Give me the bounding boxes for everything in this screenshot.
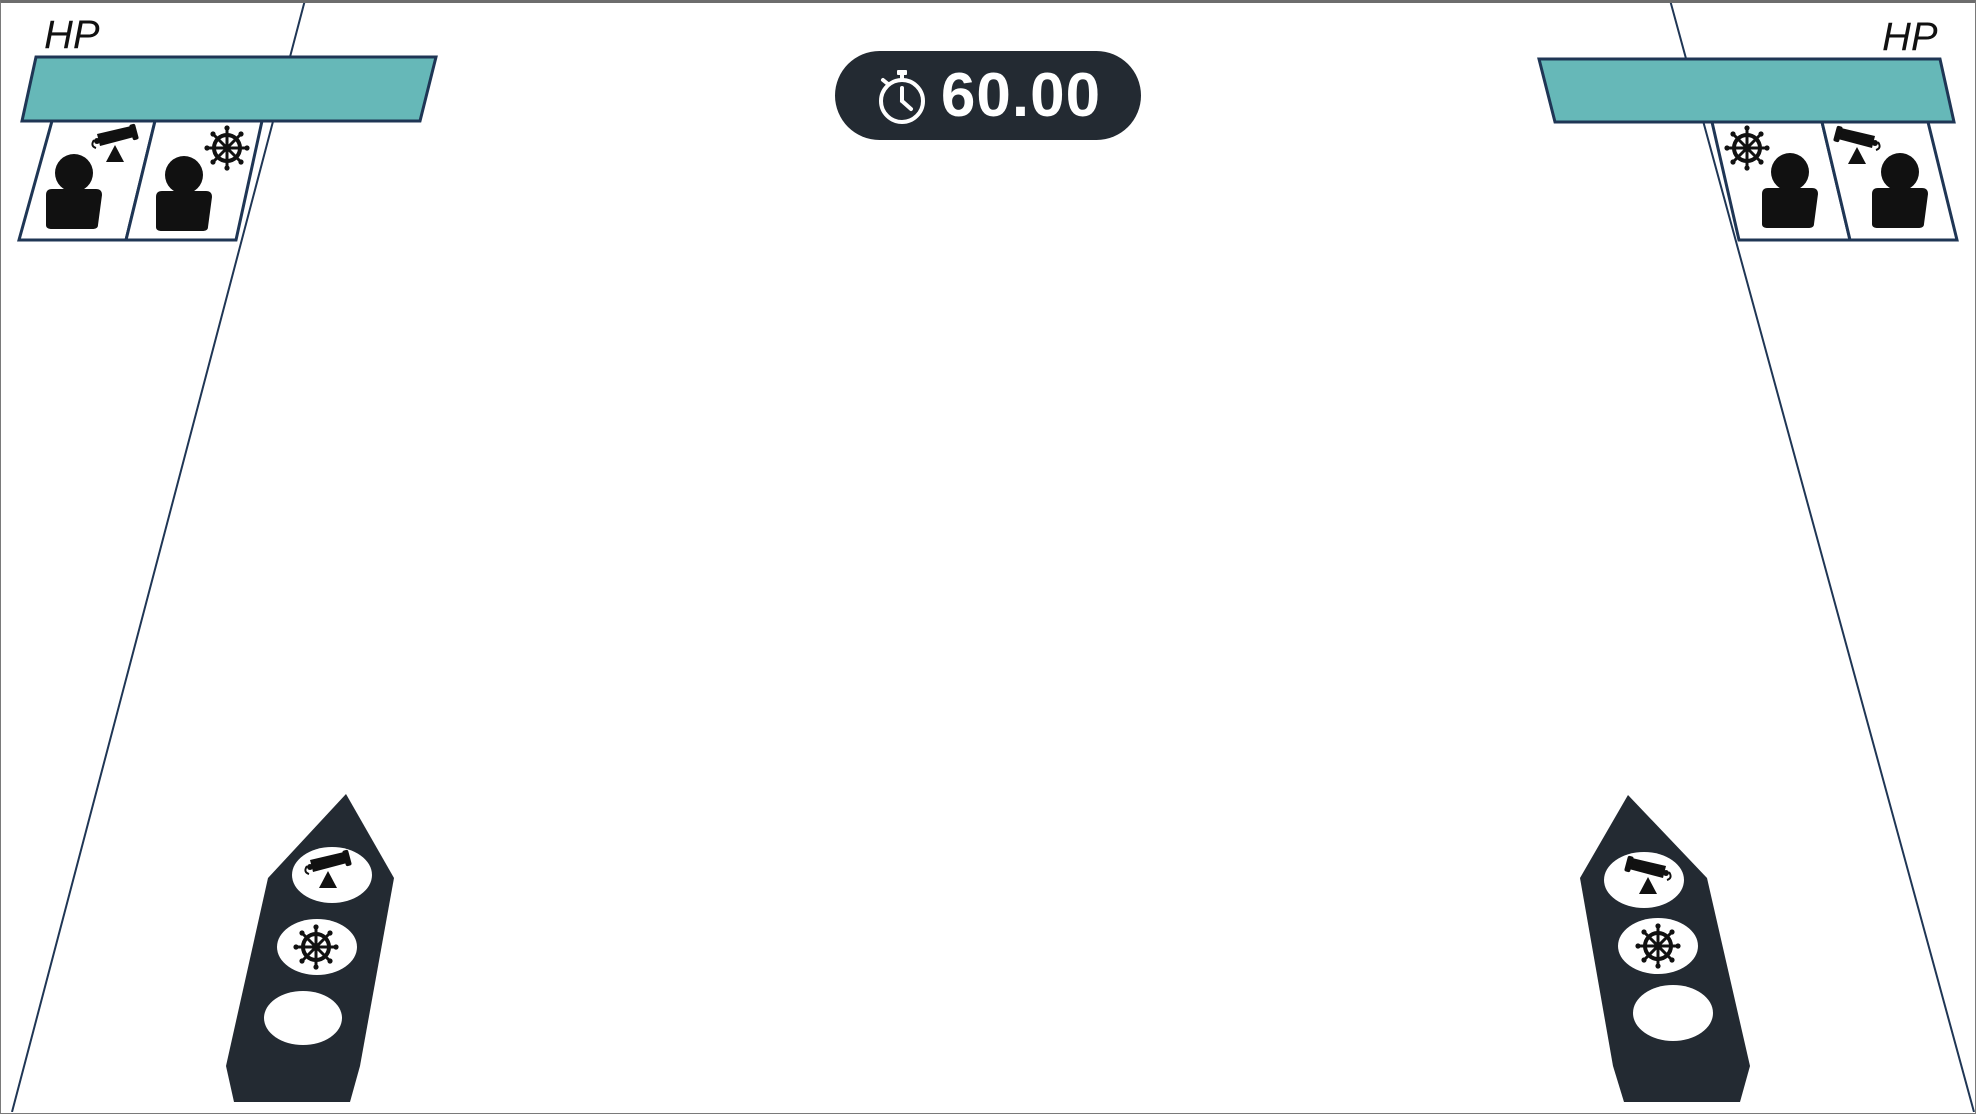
right-hp-label: HP xyxy=(1882,15,1938,59)
timer-value: 60.00 xyxy=(940,61,1102,130)
ship-wheel-icon xyxy=(1633,921,1683,971)
right-hud: HP xyxy=(1537,15,1959,242)
left-hp-bar xyxy=(20,55,438,123)
left-hp-label: HP xyxy=(44,13,100,57)
left-ship-station-empty[interactable] xyxy=(264,991,342,1045)
left-ship[interactable] xyxy=(226,794,394,1102)
ship-wheel-icon xyxy=(291,922,341,972)
ship-wheel-icon xyxy=(1722,123,1772,173)
game-scene: HP HP xyxy=(11,0,1975,1112)
ship-wheel-icon xyxy=(202,123,252,173)
right-ship-station-cannon[interactable] xyxy=(1604,852,1684,908)
right-ship[interactable] xyxy=(1580,795,1750,1102)
match-timer: 60.00 xyxy=(835,51,1141,140)
left-hud: HP xyxy=(17,13,438,242)
right-ship-station-empty[interactable] xyxy=(1633,985,1713,1041)
stopwatch-icon xyxy=(878,69,925,124)
right-hp-bar xyxy=(1537,57,1956,124)
